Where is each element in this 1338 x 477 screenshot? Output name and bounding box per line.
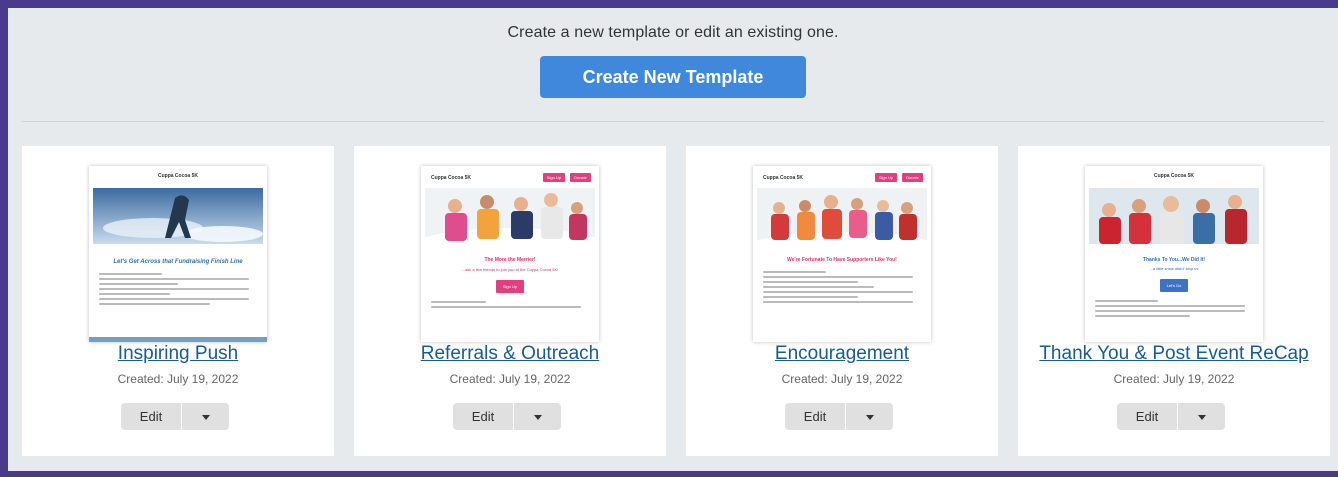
- preview-signup-button: Sign Up: [496, 280, 524, 293]
- preview-headline: Let's Get Across that Fundraising Finish…: [113, 259, 243, 265]
- edit-button[interactable]: Edit: [785, 403, 846, 430]
- preview-lets-go-button: Let's Go: [1160, 279, 1188, 292]
- preview-body-text: [421, 293, 599, 308]
- template-card: Cuppa Cocoa 5K Sign Up Donate The More t…: [354, 146, 666, 456]
- template-title-link[interactable]: Referrals & Outreach: [354, 343, 666, 365]
- preview-body-text: [753, 263, 931, 303]
- preview-brand: Cuppa Cocoa 5K: [431, 174, 472, 181]
- edit-split-button: Edit: [453, 403, 561, 430]
- created-date: Created: July 19, 2022: [449, 372, 571, 386]
- created-date: Created: July 19, 2022: [117, 372, 239, 386]
- preview-brand: Cuppa Cocoa 5K: [763, 174, 804, 181]
- template-preview-thumbnail[interactable]: Cuppa Cocoa 5K Sign Up Donate The More t…: [421, 166, 599, 342]
- template-card: Cuppa Cocoa 5K Thanks To You...We Did It…: [1018, 146, 1330, 456]
- preview-headline: Thanks To You...We Did It!: [1142, 257, 1206, 263]
- preview-photo-friends-winter: [1089, 188, 1259, 244]
- preview-signup-pill: Sign Up: [542, 173, 566, 182]
- template-preview-thumbnail[interactable]: Cuppa Cocoa 5K Thanks To You...We Did It…: [1085, 166, 1263, 342]
- preview-brand: Cuppa Cocoa 5K: [1153, 173, 1194, 179]
- template-card: Cuppa Cocoa 5K Sign Up Donate We're Fort…: [686, 146, 998, 456]
- edit-split-button: Edit: [785, 403, 893, 430]
- template-title-link[interactable]: Inspiring Push: [22, 343, 334, 365]
- edit-button[interactable]: Edit: [453, 403, 514, 430]
- preview-body-text: [89, 265, 267, 305]
- preview-body-text: [1085, 292, 1263, 317]
- edit-split-button: Edit: [121, 403, 229, 430]
- preview-headline: The More the Merrier!: [484, 257, 536, 263]
- template-gallery: Create a new template or edit an existin…: [8, 8, 1338, 471]
- template-preview-thumbnail[interactable]: Cuppa Cocoa 5K Let's Get Across that Fun…: [89, 166, 267, 342]
- edit-button[interactable]: Edit: [1117, 403, 1178, 430]
- template-title-link[interactable]: Thank You & Post Event ReCap: [1018, 343, 1330, 365]
- create-new-template-button[interactable]: Create New Template: [540, 56, 806, 98]
- edit-options-dropdown[interactable]: [846, 403, 893, 430]
- preview-photo-group-cheering: [753, 188, 931, 268]
- preview-donate-pill: Donate: [902, 173, 923, 182]
- edit-button[interactable]: Edit: [121, 403, 182, 430]
- edit-options-dropdown[interactable]: [182, 403, 229, 430]
- edit-options-dropdown[interactable]: [514, 403, 561, 430]
- template-card: Cuppa Cocoa 5K Let's Get Across that Fun…: [22, 146, 334, 456]
- preview-photo-runner-snow: [93, 188, 263, 244]
- created-date: Created: July 19, 2022: [781, 372, 903, 386]
- preview-donate-pill: Donate: [570, 173, 591, 182]
- preview-subheadline: ...a little snow didn't stop us: [1149, 266, 1199, 271]
- preview-brand: Cuppa Cocoa 5K: [157, 173, 198, 179]
- template-preview-thumbnail[interactable]: Cuppa Cocoa 5K Sign Up Donate We're Fort…: [753, 166, 931, 342]
- page-subtitle: Create a new template or edit an existin…: [507, 24, 839, 41]
- edit-options-dropdown[interactable]: [1178, 403, 1225, 430]
- preview-photo-friends-snow: [421, 188, 599, 268]
- template-title-link[interactable]: Encouragement: [686, 343, 998, 365]
- template-cards: Cuppa Cocoa 5K Let's Get Across that Fun…: [22, 146, 1330, 456]
- created-date: Created: July 19, 2022: [1113, 372, 1235, 386]
- preview-subheadline: ...ask a few friends to join you at the …: [461, 267, 559, 272]
- gallery-header: Create a new template or edit an existin…: [22, 8, 1324, 122]
- edit-split-button: Edit: [1117, 403, 1225, 430]
- preview-signup-pill: Sign Up: [874, 173, 898, 182]
